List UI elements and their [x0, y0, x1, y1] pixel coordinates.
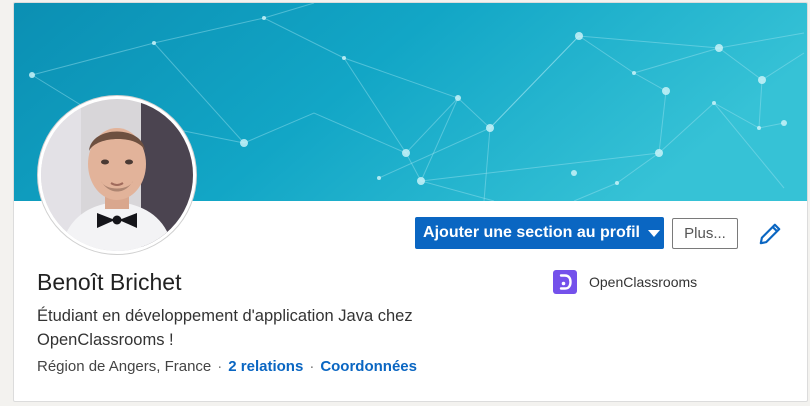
profile-location: Région de Angers, France	[37, 358, 212, 375]
add-profile-section-label: Ajouter une section au profil	[423, 224, 640, 241]
separator: ·	[309, 358, 315, 375]
profile-headline: Étudiant en développement d'application …	[37, 307, 413, 349]
profile-card: Ajouter une section au profil Plus... Be…	[13, 2, 808, 402]
relations-link[interactable]: 2 relations	[228, 358, 303, 375]
company-name: OpenClassrooms	[589, 274, 698, 290]
caret-down-icon	[647, 229, 660, 237]
profile-name: Benoît Brichet	[37, 269, 182, 295]
separator: ·	[217, 358, 223, 375]
more-button-label: Plus...	[684, 225, 726, 242]
profile-photo	[41, 99, 193, 251]
pencil-icon[interactable]	[757, 221, 783, 247]
contact-info-link[interactable]: Coordonnées	[320, 358, 417, 375]
current-company-link[interactable]: OpenClassrooms	[553, 270, 697, 294]
profile-meta-line: Région de Angers, France · 2 relations · Coo…	[37, 358, 417, 375]
add-profile-section-button[interactable]: Ajouter une section au profil	[415, 217, 664, 249]
profile-avatar[interactable]	[38, 96, 196, 254]
openclassrooms-logo	[553, 270, 577, 294]
more-button[interactable]: Plus...	[672, 218, 738, 249]
